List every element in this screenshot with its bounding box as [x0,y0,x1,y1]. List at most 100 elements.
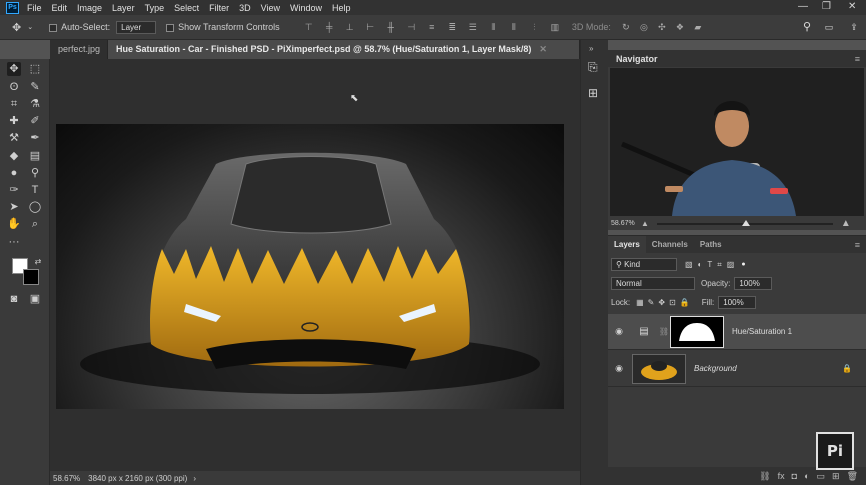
delete-layer-icon[interactable]: 🗑 [847,471,858,482]
layer-name[interactable]: Hue/Saturation 1 [732,327,792,336]
chevron-down-icon[interactable]: ⌄ [27,23,33,31]
distribute-vcenter-icon[interactable]: ≣ [447,22,457,32]
menu-view[interactable]: View [261,3,280,13]
move-tool-icon[interactable]: ✥ [7,62,21,76]
swap-colors-icon[interactable]: ⇄ [31,255,45,269]
distribute-right-icon[interactable]: ⫶ [529,22,539,32]
scale-3d-icon[interactable]: ▰ [693,22,703,32]
menu-image[interactable]: Image [77,3,102,13]
align-bottom-icon[interactable]: ⊥ [345,22,355,32]
tab-perfect-jpg[interactable]: perfect.jpg [50,40,108,59]
lock-icon[interactable]: 🔒 [842,364,852,373]
tab-hue-saturation-psd[interactable]: Hue Saturation - Car - Finished PSD - Pi… [108,40,580,59]
align-hcenter-icon[interactable]: ╫ [386,22,396,32]
distribute-bottom-icon[interactable]: ☰ [468,22,478,32]
background-color-swatch[interactable] [23,269,39,285]
close-icon[interactable]: ✕ [539,44,547,54]
eraser-tool-icon[interactable]: ◆ [7,149,21,163]
zoom-tool-icon[interactable]: ⌕ [28,217,42,231]
new-layer-icon[interactable]: ⊞ [832,471,840,482]
align-left-icon[interactable]: ⊢ [365,22,375,32]
navigator-zoom[interactable]: 58.67% [611,220,641,227]
collapse-icon[interactable]: » [589,44,593,53]
zoom-out-icon[interactable]: ▲ [641,219,649,228]
eye-icon[interactable]: ◉ [608,363,630,374]
zoom-in-icon[interactable]: ▲ [841,218,851,229]
layer-filter-dropdown[interactable]: ⚲ Kind [611,258,677,271]
dodge-tool-icon[interactable]: ⚲ [28,166,42,180]
pan-3d-icon[interactable]: ✣ [657,22,667,32]
opacity-field[interactable]: 100% [734,277,773,290]
orbit-3d-icon[interactable]: ↻ [621,22,631,32]
path-select-icon[interactable]: ➤ [7,200,21,214]
menu-layer[interactable]: Layer [112,3,135,13]
navigator-title[interactable]: Navigator [616,54,658,64]
share-icon[interactable]: ⇪ [849,22,859,32]
layer-name[interactable]: Background [694,364,737,373]
menu-help[interactable]: Help [332,3,351,13]
healing-brush-icon[interactable]: ✚ [7,114,21,128]
navigator-preview[interactable] [610,68,864,216]
menu-filter[interactable]: Filter [209,3,229,13]
pen-tool-icon[interactable]: ✑ [7,183,21,197]
eyedropper-tool-icon[interactable]: ⚗ [28,97,42,111]
document-canvas[interactable] [56,124,564,409]
zoom-slider[interactable] [656,219,833,226]
link-icon[interactable]: ⛓ [658,327,670,336]
tab-channels[interactable]: Channels [646,236,694,253]
tab-paths[interactable]: Paths [694,236,728,253]
layer-mask-thumbnail[interactable] [670,315,724,348]
menu-3d[interactable]: 3D [239,3,251,13]
hand-tool-icon[interactable]: ✋ [7,217,21,231]
slide-3d-icon[interactable]: ❖ [675,22,685,32]
blend-mode-dropdown[interactable]: Normal [611,277,695,290]
menu-edit[interactable]: Edit [52,3,68,13]
restore-button[interactable]: ❐ [822,1,831,12]
distribute-top-icon[interactable]: ≡ [427,22,437,32]
menu-window[interactable]: Window [290,3,322,13]
align-top-icon[interactable]: ⊤ [304,22,314,32]
marquee-tool-icon[interactable]: ⬚ [28,62,42,76]
clone-stamp-icon[interactable]: ⚒ [7,131,21,145]
history-panel-icon[interactable]: ⎘ [588,60,598,75]
search-icon[interactable]: ⚲ [802,22,812,33]
move-tool-icon[interactable]: ✥ [12,21,21,34]
workspace-icon[interactable]: ▭ [824,22,834,32]
layer-row-hue-saturation[interactable]: ◉ ▤ ⛓ Hue/Saturation 1 [608,314,866,350]
properties-panel-icon[interactable]: ⊞ [588,86,598,100]
filter-toggle-icon[interactable]: ● [741,261,745,268]
align-vcenter-icon[interactable]: ╪ [324,22,334,32]
distribute-left-icon[interactable]: ⫴ [488,22,498,32]
quick-select-tool-icon[interactable]: ✎ [28,80,42,94]
add-mask-icon[interactable]: ◘ [792,471,797,481]
close-button[interactable]: ✕ [848,1,856,12]
type-tool-icon[interactable]: T [28,183,42,197]
eye-icon[interactable]: ◉ [608,326,630,337]
quick-mask-icon[interactable]: ◙ [7,292,21,306]
fx-icon[interactable]: fx [778,471,785,481]
menu-file[interactable]: File [27,3,42,13]
lock-icons[interactable]: ▦✎✥⊡🔒 [636,298,694,307]
panel-menu-icon[interactable]: ≡ [855,240,860,250]
layer-row-background[interactable]: ◉ Background 🔒 [608,351,866,387]
new-group-icon[interactable]: ▭ [817,471,826,482]
brush-tool-icon[interactable]: ✐ [28,114,42,128]
blur-tool-icon[interactable]: ● [7,166,21,180]
distribute-hcenter-icon[interactable]: ⦀ [509,22,519,32]
roll-3d-icon[interactable]: ◎ [639,22,649,32]
minimize-button[interactable]: — [798,1,808,12]
status-menu-arrow[interactable]: › [193,474,196,483]
menu-type[interactable]: Type [145,3,165,13]
lasso-tool-icon[interactable]: ʘ [7,80,21,94]
history-brush-icon[interactable]: ✒ [28,131,42,145]
crop-tool-icon[interactable]: ⌗ [7,97,21,111]
show-transform-checkbox[interactable]: Show Transform Controls [166,22,280,32]
filter-icons[interactable]: ▧◐T⌗▨ [685,260,739,270]
auto-align-icon[interactable]: ▥ [550,22,560,32]
status-zoom[interactable]: 58.67% [53,474,80,483]
auto-select-dropdown[interactable]: Layer [116,20,157,34]
align-right-icon[interactable]: ⊣ [406,22,416,32]
zoom-slider-handle[interactable] [741,219,750,226]
new-adjustment-icon[interactable]: ◐ [804,471,809,481]
more-tools-icon[interactable]: ··· [7,235,21,249]
